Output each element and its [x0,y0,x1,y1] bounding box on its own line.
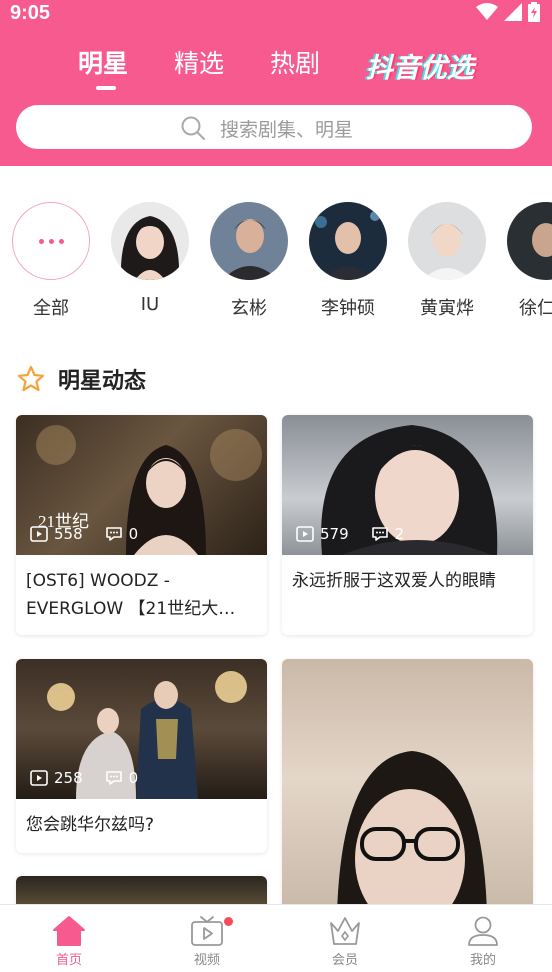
tv-icon [191,916,223,946]
star-item-all[interactable]: 全部 [12,202,90,320]
app-header: 9:05 明星 精选 热剧 抖音优选 搜索剧集、明星 [0,0,552,166]
nav-home[interactable]: 首页 [0,905,138,972]
section-header: 明星动态 [16,363,146,395]
nav-label: 会员 [331,953,358,968]
wifi-icon [476,3,498,20]
video-thumbnail: 21世纪 558 0 [16,415,267,555]
bottom-nav: 首页 视频 会员 我的 [0,904,552,972]
avatar [309,202,387,280]
search-icon [181,116,205,140]
comment-icon [105,527,122,541]
comment-icon [105,771,122,785]
video-card[interactable] [16,876,267,904]
comment-count: 2 [394,525,405,543]
comment-icon [371,527,388,541]
avatar [507,202,552,280]
star-name: 徐仁国 [519,298,552,319]
nav-label: 我的 [469,953,496,968]
signal-icon [504,3,522,21]
status-icons [476,2,540,22]
video-title: [OST6] WOODZ - EVERGLOW 【21世纪大… [26,571,236,619]
star-name: 李钟硕 [321,298,375,319]
video-card[interactable]: 258 0 您会跳华尔兹吗? [16,659,267,853]
user-icon [468,916,498,946]
star-outline-icon [17,365,45,392]
video-thumbnail: 258 0 [16,659,267,799]
video-stats: 258 0 [30,769,138,787]
video-title: 永远折服于这双爱人的眼睛 [292,571,496,591]
avatar [408,202,486,280]
avatar [111,202,189,280]
video-stats: 579 2 [296,525,404,543]
home-icon [53,916,85,946]
tab-hot-drama[interactable]: 热剧 [270,44,320,90]
video-card[interactable]: 21世纪 558 0 [OST6] WOODZ - EVERGLOW 【21世纪… [16,415,267,635]
play-count-icon [30,526,48,542]
star-item-hyun-bin[interactable]: 玄彬 [210,202,288,320]
view-count: 579 [320,525,349,543]
video-card[interactable]: 579 2 永远折服于这双爱人的眼睛 [282,415,533,635]
video-thumbnail [16,876,267,904]
top-tabs: 明星 精选 热剧 抖音优选 [78,44,520,92]
search-placeholder: 搜索剧集、明星 [220,119,354,141]
view-count: 558 [54,525,83,543]
comment-count: 0 [128,525,139,543]
video-title: 您会跳华尔兹吗? [26,815,155,835]
notification-badge [224,917,233,926]
video-stats: 558 0 [30,525,138,543]
nav-member[interactable]: 会员 [276,905,414,972]
star-name: 玄彬 [231,298,267,319]
star-item-seo-in-guk[interactable]: 徐仁国 [507,202,552,320]
star-item-lee-jong-suk[interactable]: 李钟硕 [309,202,387,320]
section-title: 明星动态 [58,369,147,394]
video-thumbnail: 579 2 [282,415,533,555]
search-bar[interactable]: 搜索剧集、明星 [16,105,532,149]
star-name: 黄寅烨 [420,298,474,319]
play-count-icon [30,770,48,786]
tab-featured[interactable]: 精选 [174,44,224,90]
battery-icon [528,2,540,22]
star-item-iu[interactable]: IU [111,202,189,320]
nav-video[interactable]: 视频 [138,905,276,972]
crown-icon [330,917,360,945]
star-list: 全部 IU 玄彬 李钟硕 黄寅烨 徐仁 [12,202,552,320]
more-icon [12,202,90,280]
view-count: 258 [54,769,83,787]
star-name: 全部 [33,298,69,319]
status-bar: 9:05 [0,0,552,28]
nav-label: 视频 [193,953,220,968]
nav-profile[interactable]: 我的 [414,905,552,972]
video-card[interactable] [282,659,533,904]
avatar [210,202,288,280]
comment-count: 0 [128,769,139,787]
video-thumbnail [282,659,533,904]
tab-douyin-select[interactable]: 抖音优选 [366,46,474,92]
star-item-hwang-in-yeop[interactable]: 黄寅烨 [408,202,486,320]
main-content: 全部 IU 玄彬 李钟硕 黄寅烨 徐仁 明星动态 21世纪 558 0 [OST… [0,166,552,904]
tab-stars[interactable]: 明星 [78,44,128,90]
nav-label: 首页 [55,953,82,968]
star-name: IU [140,294,160,315]
status-time: 9:05 [10,2,51,24]
play-count-icon [296,526,314,542]
